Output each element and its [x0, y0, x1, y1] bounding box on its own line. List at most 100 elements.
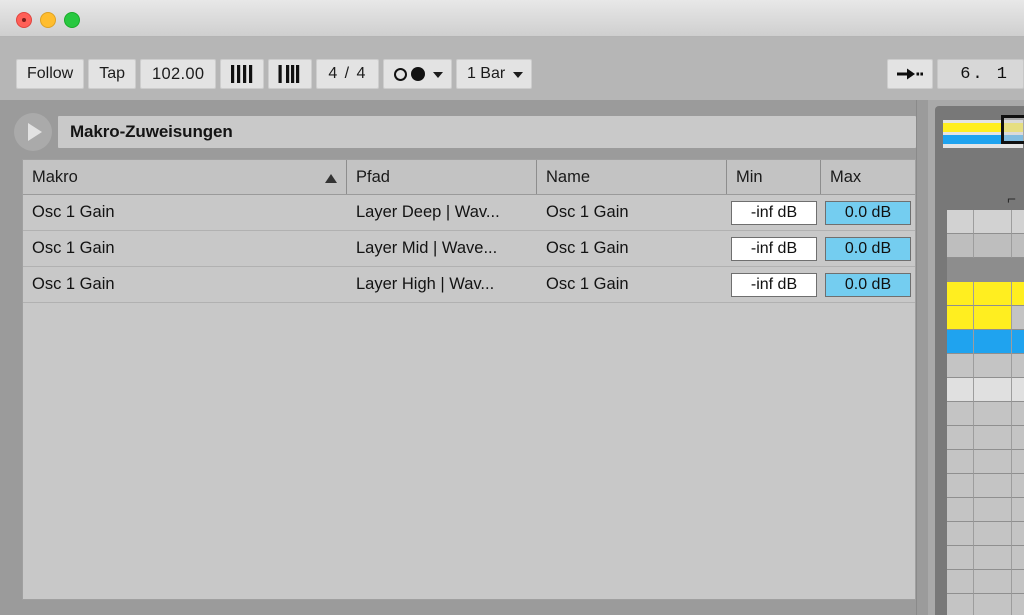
clip-slot[interactable]	[947, 378, 974, 402]
follow-button[interactable]: Follow	[16, 59, 85, 89]
list-item[interactable]	[947, 570, 1024, 594]
list-item[interactable]	[947, 258, 1024, 282]
scene-cell[interactable]	[947, 210, 974, 234]
clip-slot[interactable]	[947, 402, 974, 426]
clip-slot[interactable]	[947, 570, 974, 594]
clip-slot[interactable]	[1012, 234, 1024, 258]
list-item[interactable]	[947, 282, 1024, 306]
tap-tempo-button[interactable]: Tap	[88, 59, 137, 89]
min-value-field[interactable]: -inf dB	[731, 236, 817, 261]
clip-slot[interactable]	[947, 234, 974, 258]
overview-band	[943, 144, 1023, 148]
scene-cell[interactable]	[1012, 210, 1024, 234]
column-header-pfad[interactable]: Pfad	[347, 160, 537, 194]
clip-slot-yellow[interactable]	[974, 282, 1012, 306]
clip-slot[interactable]	[1012, 354, 1024, 378]
list-item[interactable]	[947, 402, 1024, 426]
clip-slot[interactable]	[1012, 474, 1024, 498]
clip-slot-yellow[interactable]	[974, 306, 1012, 330]
clip-slot[interactable]	[974, 498, 1012, 522]
groove-bars-icon[interactable]	[268, 59, 313, 89]
min-value-field[interactable]: -inf dB	[731, 200, 817, 225]
list-item[interactable]	[947, 426, 1024, 450]
clip-slot[interactable]	[974, 522, 1012, 546]
clip-slot[interactable]	[1012, 498, 1024, 522]
clip-slot[interactable]	[1012, 306, 1024, 330]
clip-slot[interactable]	[974, 234, 1012, 258]
clip-slot[interactable]	[974, 594, 1012, 615]
clip-slot[interactable]	[947, 546, 974, 570]
clip-slot[interactable]	[947, 522, 974, 546]
clip-slot[interactable]	[1012, 546, 1024, 570]
clip-slot[interactable]	[974, 402, 1012, 426]
clip-slot[interactable]	[974, 474, 1012, 498]
macro-list-empty-area[interactable]	[23, 303, 915, 599]
launch-quantization-dropdown[interactable]: 1 Bar	[455, 59, 533, 89]
metronome-bars-icon[interactable]	[220, 59, 265, 89]
scene-cell[interactable]	[974, 210, 1012, 234]
time-signature-field[interactable]: 4 / 4	[316, 59, 379, 89]
clip-slot[interactable]	[1012, 378, 1024, 402]
clip-slot[interactable]	[947, 474, 974, 498]
clip-slot-yellow[interactable]	[947, 306, 974, 330]
list-item[interactable]	[947, 210, 1024, 234]
clip-slot[interactable]	[947, 498, 974, 522]
clip-slot[interactable]	[974, 258, 1012, 282]
max-value-field[interactable]: 0.0 dB	[825, 272, 911, 297]
min-value-field[interactable]: -inf dB	[731, 272, 817, 297]
clip-slot[interactable]	[974, 426, 1012, 450]
clip-slot[interactable]	[1012, 594, 1024, 615]
clip-slot-yellow[interactable]	[947, 282, 974, 306]
table-row[interactable]: Osc 1 Gain Layer High | Wav... Osc 1 Gai…	[23, 267, 915, 303]
clip-slot[interactable]	[1012, 426, 1024, 450]
column-header-min[interactable]: Min	[727, 160, 821, 194]
device-title[interactable]: Makro-Zuweisungen	[58, 116, 916, 148]
clip-slot[interactable]	[974, 378, 1012, 402]
list-item[interactable]	[947, 330, 1024, 354]
column-header-name[interactable]: Name	[537, 160, 727, 194]
minimize-window-button[interactable]	[40, 12, 56, 28]
clip-slot[interactable]	[947, 354, 974, 378]
list-item[interactable]	[947, 498, 1024, 522]
list-item[interactable]	[947, 234, 1024, 258]
clip-slot-blue[interactable]	[974, 330, 1012, 354]
clip-slot[interactable]	[974, 570, 1012, 594]
list-item[interactable]	[947, 474, 1024, 498]
arrow-to-marker-icon[interactable]	[887, 59, 934, 89]
clip-slot[interactable]	[974, 450, 1012, 474]
tempo-field[interactable]: 102.00	[140, 59, 217, 89]
clip-slot[interactable]	[974, 546, 1012, 570]
clip-slot[interactable]	[947, 450, 974, 474]
close-window-button[interactable]	[16, 12, 32, 28]
list-item[interactable]	[947, 546, 1024, 570]
clip-slot[interactable]	[947, 594, 974, 615]
clip-slot[interactable]	[1012, 450, 1024, 474]
list-item[interactable]	[947, 306, 1024, 330]
list-item[interactable]	[947, 522, 1024, 546]
record-quantization-dropdown[interactable]	[382, 59, 452, 89]
clip-slot-yellow[interactable]	[1012, 282, 1024, 306]
clip-slot[interactable]	[947, 426, 974, 450]
clip-slot[interactable]	[1012, 258, 1024, 282]
clip-slot[interactable]	[947, 258, 974, 282]
table-row[interactable]: Osc 1 Gain Layer Mid | Wave... Osc 1 Gai…	[23, 231, 915, 267]
clip-slot[interactable]	[974, 354, 1012, 378]
max-value-field[interactable]: 0.0 dB	[825, 236, 911, 261]
table-row[interactable]: Osc 1 Gain Layer Deep | Wav... Osc 1 Gai…	[23, 195, 915, 231]
list-item[interactable]	[947, 378, 1024, 402]
column-header-makro[interactable]: Makro	[23, 160, 347, 194]
clip-slot-blue[interactable]	[1012, 330, 1024, 354]
clip-slot-blue[interactable]	[947, 330, 974, 354]
overview-viewport-box[interactable]	[1001, 115, 1024, 144]
arrangement-position-display[interactable]: 6. 1	[937, 59, 1024, 89]
list-item[interactable]	[947, 354, 1024, 378]
device-activator-play-button[interactable]	[14, 113, 52, 151]
list-item[interactable]	[947, 450, 1024, 474]
maximize-window-button[interactable]	[64, 12, 80, 28]
clip-slot[interactable]	[1012, 402, 1024, 426]
clip-slot[interactable]	[1012, 522, 1024, 546]
clip-slot[interactable]	[1012, 570, 1024, 594]
column-header-max[interactable]: Max	[821, 160, 915, 194]
list-item[interactable]	[947, 594, 1024, 615]
max-value-field[interactable]: 0.0 dB	[825, 200, 911, 225]
